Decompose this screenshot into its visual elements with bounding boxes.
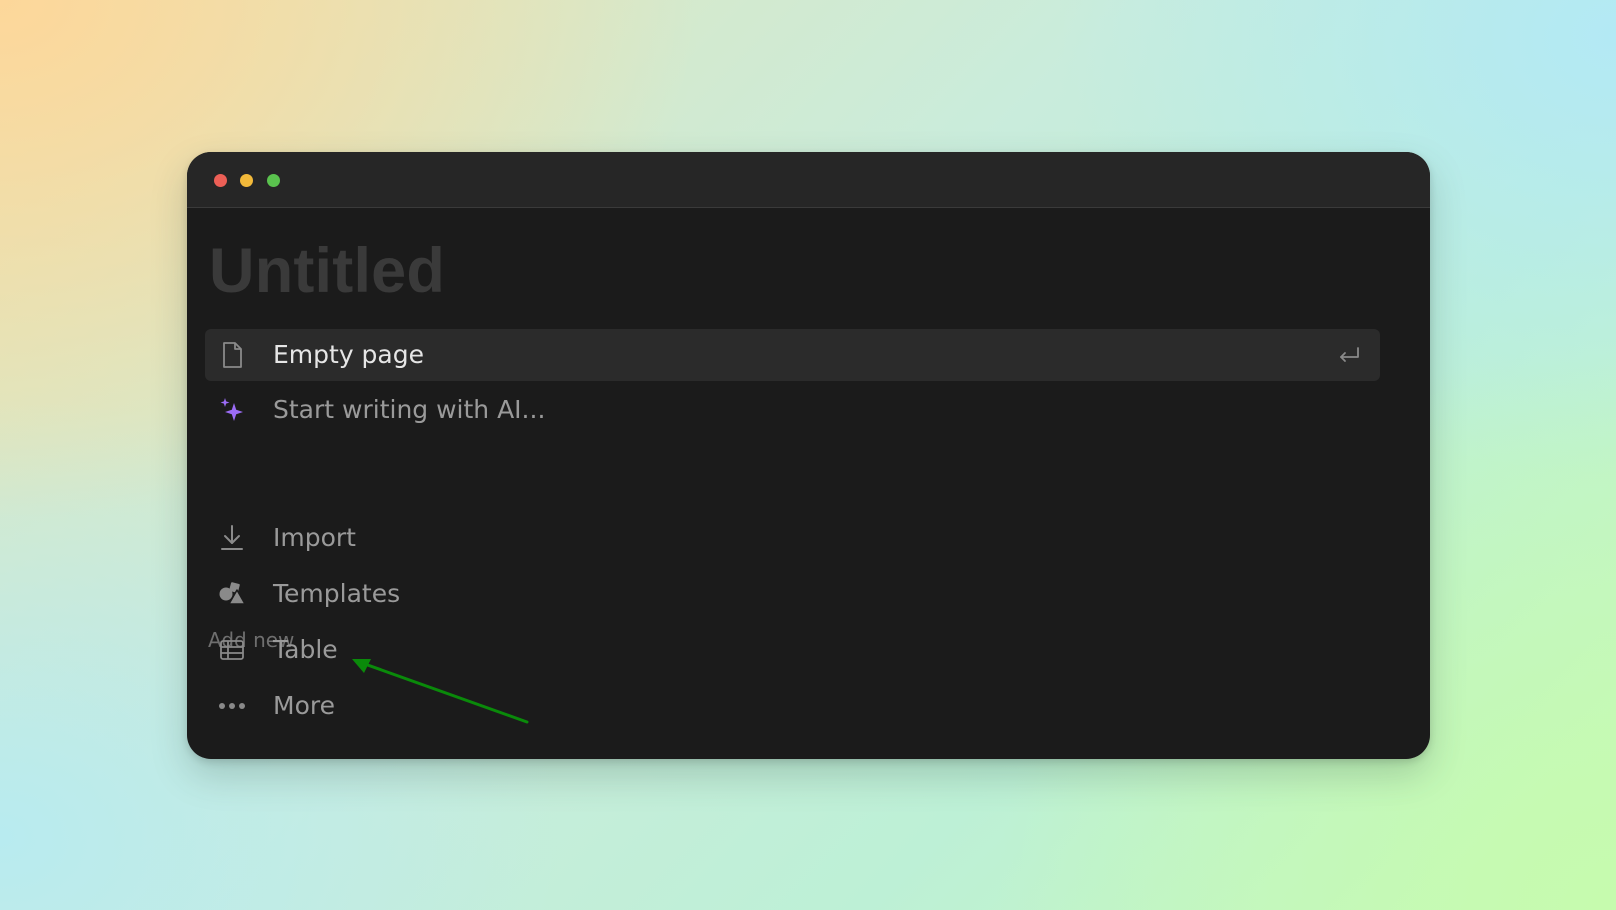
close-window-button[interactable] — [214, 174, 227, 187]
empty-page-label: Empty page — [273, 340, 425, 369]
import-option[interactable]: Import — [205, 512, 1380, 564]
more-label: More — [273, 691, 335, 720]
import-arrow-icon — [217, 523, 247, 553]
enter-key-icon — [1336, 343, 1362, 367]
shapes-icon — [217, 579, 247, 609]
table-icon — [217, 635, 247, 665]
document-icon — [217, 340, 247, 370]
maximize-window-button[interactable] — [267, 174, 280, 187]
app-window: Untitled Empty page Start writing with A… — [187, 152, 1430, 759]
empty-page-option[interactable]: Empty page — [205, 329, 1380, 381]
ai-sparkle-icon — [217, 395, 247, 425]
table-label: Table — [273, 635, 338, 664]
page-title[interactable]: Untitled — [209, 240, 445, 303]
import-label: Import — [273, 523, 356, 552]
table-option[interactable]: Table — [205, 624, 1380, 676]
minimize-window-button[interactable] — [240, 174, 253, 187]
ai-writing-option[interactable]: Start writing with AI... — [205, 384, 1380, 436]
more-dots-icon — [217, 691, 247, 721]
templates-option[interactable]: Templates — [205, 568, 1380, 620]
more-option[interactable]: More — [205, 680, 1380, 732]
templates-label: Templates — [273, 579, 401, 608]
title-bar — [187, 152, 1430, 208]
ai-writing-label: Start writing with AI... — [273, 395, 546, 424]
